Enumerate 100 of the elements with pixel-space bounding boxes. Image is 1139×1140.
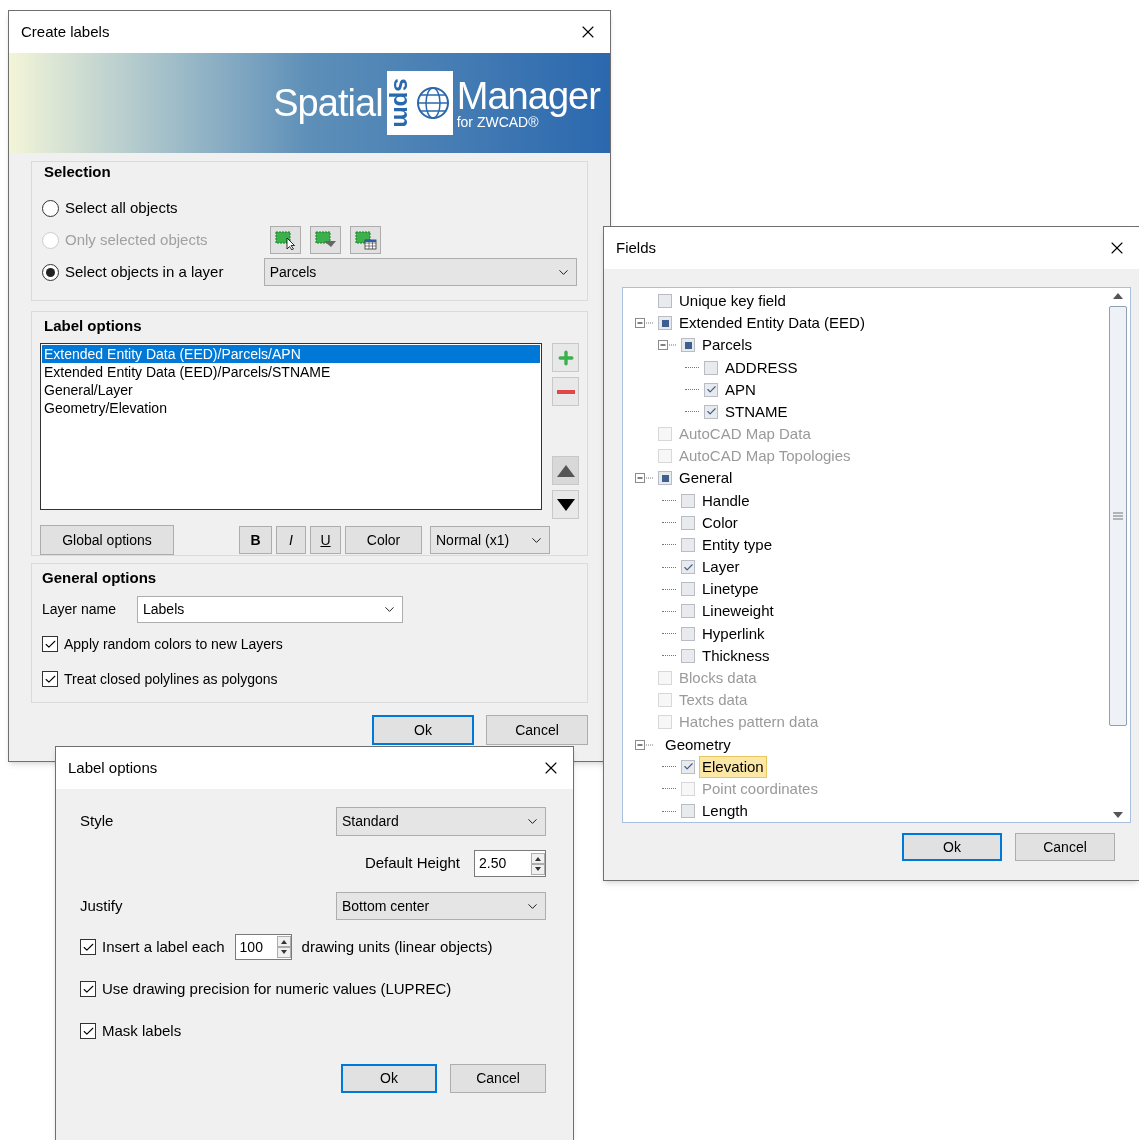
tree-checkbox[interactable] xyxy=(681,537,695,552)
tree-checkbox[interactable] xyxy=(681,604,695,619)
select-cursor-button[interactable] xyxy=(270,226,301,254)
move-up-button[interactable] xyxy=(552,456,579,485)
list-item[interactable]: Geometry/Elevation xyxy=(42,399,540,417)
global-options-button[interactable]: Global options xyxy=(40,525,174,555)
globe-icon xyxy=(415,86,450,120)
tree-item[interactable]: Layer xyxy=(699,556,743,579)
move-down-button[interactable] xyxy=(552,490,579,519)
tree-item[interactable]: Length xyxy=(699,800,751,822)
tree-checkbox[interactable] xyxy=(704,360,718,375)
tree-item[interactable]: ADDRESS xyxy=(722,356,801,379)
tree-checkbox[interactable] xyxy=(681,582,695,597)
tree-item[interactable]: Extended Entity Data (EED) xyxy=(676,312,868,335)
tree-item[interactable]: Linetype xyxy=(699,578,762,601)
tree-checkbox[interactable] xyxy=(681,493,695,508)
list-item[interactable]: Extended Entity Data (EED)/Parcels/APN xyxy=(42,345,540,363)
tree-checkbox[interactable] xyxy=(658,294,672,309)
tree-item[interactable]: Handle xyxy=(699,489,753,512)
tree-checkbox[interactable] xyxy=(658,471,672,486)
tree-line xyxy=(662,788,676,790)
collapse-icon[interactable] xyxy=(658,340,678,351)
dialog-button[interactable]: Ok xyxy=(341,1064,437,1093)
select-table-button[interactable] xyxy=(350,226,381,254)
dropdown[interactable]: Normal (x1) xyxy=(430,526,550,554)
checkbox-label: Apply random colors to new Layers xyxy=(64,634,283,654)
dialog-button[interactable]: Ok xyxy=(902,833,1002,861)
remove-button[interactable] xyxy=(552,377,579,406)
group-heading: General options xyxy=(42,568,158,588)
list-item[interactable]: Extended Entity Data (EED)/Parcels/STNAME xyxy=(42,363,540,381)
list-item[interactable]: General/Layer xyxy=(42,381,540,399)
tree-checkbox[interactable] xyxy=(681,648,695,663)
add-button[interactable] xyxy=(552,343,579,372)
tree-line xyxy=(662,611,676,612)
spin-field[interactable]: 2.50 xyxy=(474,850,546,877)
radio-label: Select all objects xyxy=(65,197,178,218)
group-heading: Selection xyxy=(44,162,112,182)
checkbox[interactable] xyxy=(80,1023,96,1039)
spin-arrows-icon xyxy=(531,852,545,875)
dialog-button[interactable]: Ok xyxy=(372,715,474,745)
checkbox-label: Treat closed polylines as polygons xyxy=(64,669,278,689)
checkbox[interactable] xyxy=(42,671,58,687)
collapse-icon[interactable] xyxy=(635,739,655,750)
dialog-button[interactable]: Cancel xyxy=(486,715,588,745)
collapse-icon[interactable] xyxy=(635,318,655,329)
logo-subtitle: for ZWCAD® xyxy=(456,115,539,129)
dropdown[interactable]: Parcels xyxy=(263,258,577,286)
tree-item[interactable]: Unique key field xyxy=(676,290,789,313)
dropdown[interactable]: Standard xyxy=(336,807,546,836)
radio-label: Only selected objects xyxy=(65,229,208,250)
tree-checkbox[interactable] xyxy=(681,626,695,641)
tree-item[interactable]: Hyperlink xyxy=(699,622,768,645)
checkbox-label: Mask labels xyxy=(102,1020,182,1041)
checkbox[interactable] xyxy=(80,981,96,997)
scrollbar-thumb[interactable] xyxy=(1109,306,1127,726)
tree-checkbox[interactable] xyxy=(681,804,695,819)
field-label: Style xyxy=(80,811,114,832)
tree-checkbox[interactable] xyxy=(681,560,695,575)
tree-item[interactable]: Color xyxy=(699,511,741,534)
dialog-button[interactable]: Cancel xyxy=(450,1064,546,1093)
tree-item[interactable]: Elevation xyxy=(699,755,767,778)
tree-checkbox[interactable] xyxy=(681,515,695,530)
tree-line xyxy=(662,766,676,768)
tree-item[interactable]: General xyxy=(676,467,736,490)
tree-line xyxy=(662,810,676,812)
tree-line xyxy=(685,367,699,369)
bold-button[interactable]: B xyxy=(239,526,272,554)
checkbox[interactable] xyxy=(80,939,96,955)
selection-table-icon xyxy=(354,230,377,250)
tree-line xyxy=(662,633,676,635)
tree-item[interactable]: Entity type xyxy=(699,533,776,556)
tick-icon xyxy=(682,561,694,573)
tree-item[interactable]: Thickness xyxy=(699,644,773,667)
tree-item[interactable]: Geometry xyxy=(662,733,734,756)
radio-button[interactable] xyxy=(42,199,59,217)
tree-item[interactable]: Lineweight xyxy=(699,600,777,623)
tree-checkbox[interactable] xyxy=(681,759,695,774)
dialog-button[interactable]: Cancel xyxy=(1015,833,1115,861)
tree-item[interactable]: APN xyxy=(722,378,759,401)
minus-icon xyxy=(556,389,575,394)
italic-button[interactable]: I xyxy=(276,526,306,554)
tree-checkbox[interactable] xyxy=(681,338,695,353)
tree-item[interactable]: STNAME xyxy=(722,400,791,423)
radio-button[interactable] xyxy=(42,263,59,281)
spin-field[interactable]: 100 xyxy=(234,934,292,960)
underline-button[interactable]: U xyxy=(310,526,341,554)
checkbox[interactable] xyxy=(42,636,58,652)
color-button[interactable]: Color xyxy=(345,526,422,554)
tree-checkbox[interactable] xyxy=(704,404,718,419)
tree-checkbox[interactable] xyxy=(658,316,672,331)
tree-item[interactable]: Parcels xyxy=(699,334,756,357)
select-filter-button[interactable] xyxy=(310,226,341,254)
dropdown[interactable]: Labels xyxy=(137,596,403,623)
collapse-icon[interactable] xyxy=(635,473,655,484)
field-label: Default Height xyxy=(364,853,460,874)
logo-text: Spatial xyxy=(273,84,383,122)
tree-checkbox[interactable] xyxy=(704,382,718,397)
logo-mark: spm xyxy=(386,71,453,135)
tree-line xyxy=(662,566,676,568)
dropdown[interactable]: Bottom center xyxy=(336,892,546,920)
